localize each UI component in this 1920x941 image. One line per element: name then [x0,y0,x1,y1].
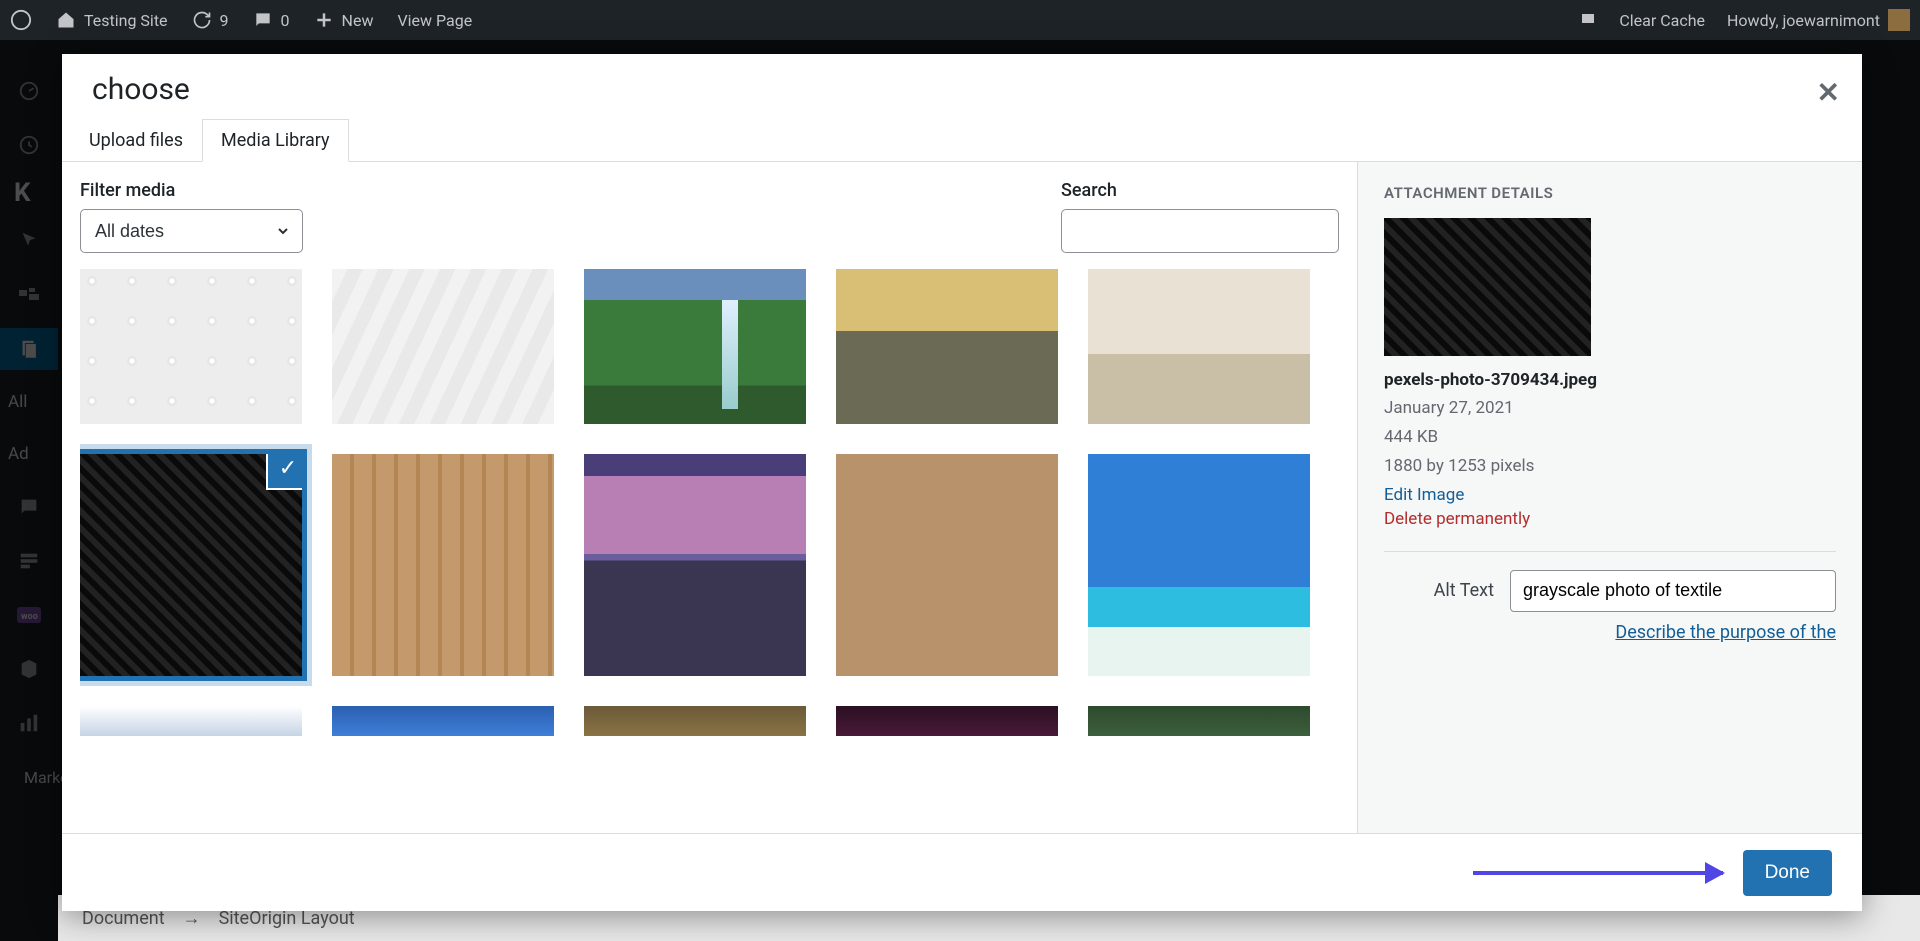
close-button[interactable]: ✕ [1817,76,1840,109]
home-icon [56,10,76,30]
media-thumb-selected[interactable]: ✓ [80,454,302,676]
media-thumb[interactable] [836,269,1058,424]
details-dims: 1880 by 1253 pixels [1384,452,1836,481]
details-date: January 27, 2021 [1384,394,1836,423]
modal-title: choose [92,72,1832,107]
details-preview [1384,218,1591,356]
howdy-text: Howdy, joewarnimont [1727,11,1880,30]
media-thumb[interactable] [584,454,806,676]
updates-count: 9 [220,11,229,30]
media-thumb[interactable] [584,269,806,424]
clear-cache-link[interactable]: Clear Cache [1619,11,1705,30]
media-thumb[interactable] [332,454,554,676]
media-thumb[interactable] [836,454,1058,676]
tabs: Upload files Media Library [62,119,1862,162]
wp-logo[interactable] [10,9,32,31]
details-filename: pexels-photo-3709434.jpeg [1384,370,1836,390]
comment-icon [253,10,273,30]
media-thumb[interactable] [80,269,302,424]
media-thumb[interactable] [1088,706,1310,736]
plus-icon [314,10,334,30]
media-thumb[interactable] [836,706,1058,736]
media-thumb[interactable] [1088,454,1310,676]
check-icon[interactable]: ✓ [268,454,302,488]
refresh-icon [192,10,212,30]
describe-link[interactable]: Describe the purpose of the [1615,622,1836,643]
site-link[interactable]: Testing Site [56,10,168,30]
search-label: Search [1061,180,1339,201]
howdy-link[interactable]: Howdy, joewarnimont [1727,9,1910,31]
media-thumb[interactable] [1088,269,1310,424]
search-input[interactable] [1061,209,1339,253]
attachment-details: ATTACHMENT DETAILS pexels-photo-3709434.… [1358,162,1862,833]
new-link[interactable]: New [314,10,374,30]
comments-link[interactable]: 0 [253,10,290,30]
tab-media-library[interactable]: Media Library [202,119,349,162]
media-thumb[interactable] [80,706,302,736]
admin-bar: Testing Site 9 0 New View Page Clear Cac… [0,0,1920,40]
annotation-arrow [1473,871,1723,875]
filter-date-select[interactable]: All dates [80,209,303,253]
notif-icon[interactable] [1579,11,1597,29]
view-page-link[interactable]: View Page [397,11,472,30]
updates-link[interactable]: 9 [192,10,229,30]
delete-link[interactable]: Delete permanently [1384,509,1836,529]
media-thumb[interactable] [332,706,554,736]
comments-count: 0 [281,11,290,30]
alt-text-label: Alt Text [1384,580,1494,601]
filter-label: Filter media [80,180,303,201]
alt-text-input[interactable] [1510,570,1836,612]
details-heading: ATTACHMENT DETAILS [1384,184,1836,202]
media-thumb[interactable] [332,269,554,424]
media-modal: ✕ choose Upload files Media Library Filt… [62,54,1862,911]
done-button[interactable]: Done [1743,850,1832,896]
details-size: 444 KB [1384,423,1836,452]
media-main: Filter media All dates Search [62,162,1358,833]
media-grid: ✓ [80,269,1339,756]
site-name: Testing Site [84,11,168,30]
tab-upload[interactable]: Upload files [70,119,202,161]
new-label: New [342,11,374,30]
media-thumb[interactable] [584,706,806,736]
avatar [1888,9,1910,31]
edit-image-link[interactable]: Edit Image [1384,485,1464,505]
